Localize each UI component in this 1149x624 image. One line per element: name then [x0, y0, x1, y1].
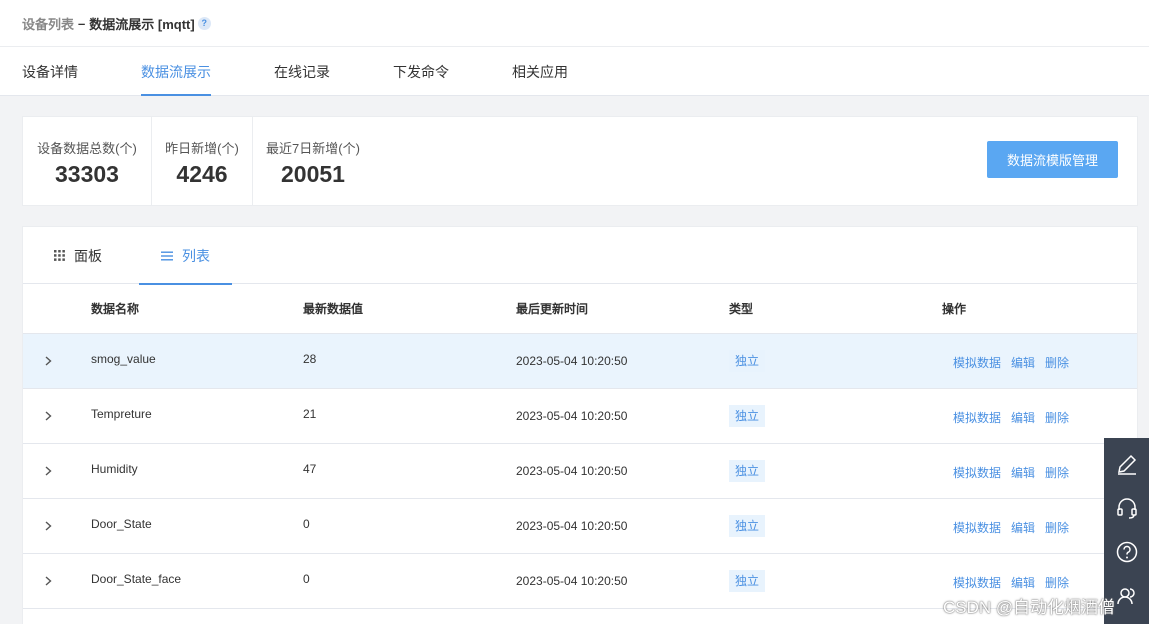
- tab-device-details[interactable]: 设备详情: [22, 47, 78, 96]
- column-header-actions: 操作: [942, 302, 967, 316]
- stats-card: 设备数据总数(个) 33303 昨日新增(个) 4246 最近7日新增(个) 2…: [22, 116, 1138, 206]
- update-time-cell: 2023-05-04 10:20:50: [516, 464, 628, 478]
- update-time-cell: 2023-05-04 10:20:50: [516, 519, 628, 533]
- help-icon[interactable]: [1104, 530, 1149, 574]
- data-name-cell: Humidity: [91, 462, 138, 476]
- data-name-cell: Door_State_face: [91, 572, 182, 586]
- tab-send-command[interactable]: 下发命令: [393, 47, 449, 96]
- update-time-cell: 2023-05-04 10:20:50: [516, 574, 628, 588]
- table-header: 数据名称 最新数据值 最后更新时间 类型 操作: [23, 284, 1137, 334]
- stat-last-7-days: 最近7日新增(个) 20051: [253, 117, 373, 205]
- latest-value-cell: 0: [303, 517, 310, 531]
- simulate-data-link[interactable]: 模拟数据: [953, 464, 1001, 481]
- delete-link[interactable]: 删除: [1045, 574, 1069, 591]
- stat-value: 33303: [55, 161, 119, 187]
- chevron-right-icon[interactable]: [41, 464, 55, 478]
- watermark: CSDN @自动化烟酒僧: [943, 598, 1116, 617]
- stat-label: 昨日新增(个): [165, 141, 239, 156]
- type-badge: 独立: [729, 405, 766, 427]
- stat-value: 4246: [176, 161, 228, 187]
- tab-label: 面板: [74, 247, 102, 264]
- tab-related-apps[interactable]: 相关应用: [512, 47, 568, 96]
- data-name-cell: Door_State: [91, 517, 152, 531]
- page-title: 数据流展示 [mqtt]: [89, 16, 195, 32]
- type-badge: 独立: [729, 570, 766, 592]
- stat-label: 设备数据总数(个): [37, 141, 137, 156]
- headset-icon[interactable]: [1104, 486, 1149, 530]
- delete-link[interactable]: 删除: [1045, 354, 1069, 371]
- simulate-data-link[interactable]: 模拟数据: [953, 354, 1001, 371]
- tab-panel-view[interactable]: 面板: [54, 227, 102, 284]
- column-header-time: 最后更新时间: [516, 302, 589, 316]
- latest-value-cell: 28: [303, 352, 317, 366]
- latest-value-cell: 47: [303, 462, 317, 476]
- delete-link[interactable]: 删除: [1045, 464, 1069, 481]
- tab-list-view[interactable]: 列表: [139, 227, 232, 285]
- list-icon: [161, 251, 173, 261]
- grid-icon: [54, 250, 65, 261]
- tab-data-stream[interactable]: 数据流展示: [141, 47, 211, 96]
- edit-link[interactable]: 编辑: [1011, 354, 1035, 371]
- stat-total: 设备数据总数(个) 33303: [23, 117, 152, 205]
- stat-yesterday: 昨日新增(个) 4246: [152, 117, 253, 205]
- table-row[interactable]: Door_State 0 2023-05-04 10:20:50 独立 模拟数据…: [23, 499, 1137, 554]
- column-header-name: 数据名称: [91, 302, 140, 316]
- simulate-data-link[interactable]: 模拟数据: [953, 409, 1001, 426]
- type-badge: 独立: [729, 460, 766, 482]
- chevron-right-icon[interactable]: [41, 354, 55, 368]
- edit-icon[interactable]: [1104, 442, 1149, 486]
- type-badge: 独立: [729, 515, 766, 537]
- data-name-cell: smog_value: [91, 352, 156, 366]
- type-badge: 独立: [729, 350, 766, 372]
- table-row[interactable]: Tempreture 21 2023-05-04 10:20:50 独立 模拟数…: [23, 389, 1137, 444]
- breadcrumb: 设备列表 – 数据流展示 [mqtt] ?: [0, 0, 1149, 47]
- chevron-right-icon[interactable]: [41, 519, 55, 533]
- update-time-cell: 2023-05-04 10:20:50: [516, 409, 628, 423]
- table-row[interactable]: smog_value 28 2023-05-04 10:20:50 独立 模拟数…: [23, 334, 1137, 389]
- tab-online-records[interactable]: 在线记录: [274, 47, 330, 96]
- stat-value: 20051: [281, 161, 345, 187]
- data-stream-template-button[interactable]: 数据流模版管理: [987, 141, 1118, 178]
- delete-link[interactable]: 删除: [1045, 519, 1069, 536]
- tab-label: 列表: [182, 247, 210, 264]
- question-icon[interactable]: ?: [197, 16, 211, 30]
- main-tabs: 设备详情 数据流展示 在线记录 下发命令 相关应用: [0, 47, 1149, 96]
- breadcrumb-device-list-link[interactable]: 设备列表: [22, 14, 74, 33]
- latest-value-cell: 21: [303, 407, 317, 421]
- update-time-cell: 2023-05-04 10:20:50: [516, 354, 628, 368]
- chevron-right-icon[interactable]: [41, 409, 55, 423]
- breadcrumb-separator: –: [78, 15, 86, 31]
- simulate-data-link[interactable]: 模拟数据: [953, 574, 1001, 591]
- stat-label: 最近7日新增(个): [266, 141, 360, 156]
- edit-link[interactable]: 编辑: [1011, 574, 1035, 591]
- latest-value-cell: 0: [303, 572, 310, 586]
- edit-link[interactable]: 编辑: [1011, 409, 1035, 426]
- data-stream-list-card: 面板 列表 数据名称 最新数据值 最后更新时间 类型 操作 smog_value…: [22, 226, 1138, 624]
- simulate-data-link[interactable]: 模拟数据: [953, 519, 1001, 536]
- chevron-right-icon[interactable]: [41, 574, 55, 588]
- edit-link[interactable]: 编辑: [1011, 464, 1035, 481]
- edit-link[interactable]: 编辑: [1011, 519, 1035, 536]
- delete-link[interactable]: 删除: [1045, 409, 1069, 426]
- table-row[interactable]: Humidity 47 2023-05-04 10:20:50 独立 模拟数据 …: [23, 444, 1137, 499]
- view-tabs: 面板 列表: [23, 227, 1137, 285]
- column-header-value: 最新数据值: [303, 302, 364, 316]
- data-name-cell: Tempreture: [91, 407, 152, 421]
- column-header-type: 类型: [729, 302, 754, 316]
